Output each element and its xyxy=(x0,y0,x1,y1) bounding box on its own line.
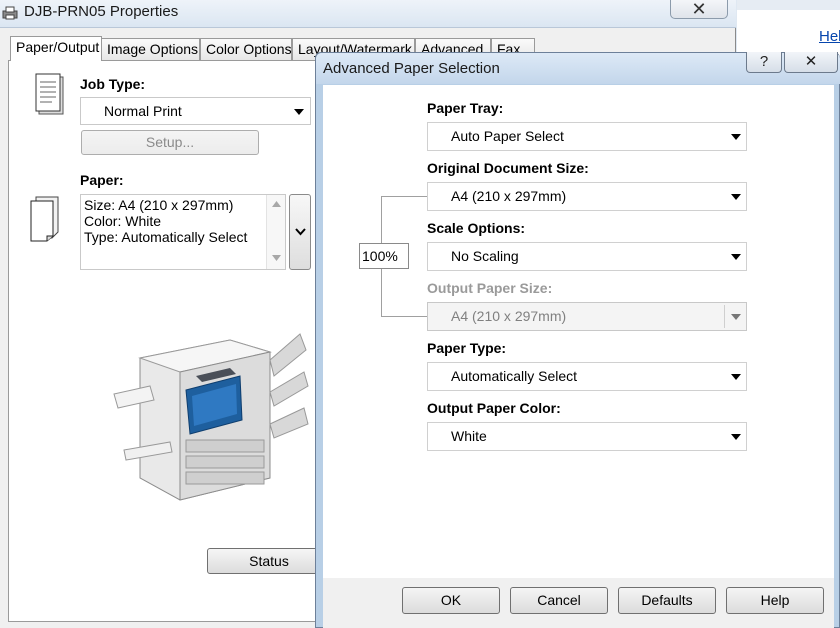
scale-percent-field: 100% xyxy=(359,243,409,269)
close-icon: ✕ xyxy=(691,0,707,19)
scale-options-label: Scale Options: xyxy=(427,220,526,236)
chevron-down-icon xyxy=(731,194,741,200)
paper-stack-icon xyxy=(30,196,59,242)
paper-tray-select[interactable]: Auto Paper Select xyxy=(427,122,747,151)
tab-color-options[interactable]: Color Options xyxy=(200,38,292,60)
scale-bracket-top xyxy=(381,196,427,197)
chevron-down-icon xyxy=(731,434,741,440)
original-size-label: Original Document Size: xyxy=(427,160,589,176)
scroll-up-icon[interactable] xyxy=(272,201,281,207)
paper-size-line: Size: A4 (210 x 297mm) xyxy=(84,197,234,213)
properties-window-title: DJB-PRN05 Properties xyxy=(24,3,179,20)
chevron-down-icon xyxy=(731,374,741,380)
cancel-button[interactable]: Cancel xyxy=(510,587,608,614)
defaults-button[interactable]: Defaults xyxy=(618,587,716,614)
advanced-dialog-title: Advanced Paper Selection xyxy=(323,60,500,77)
job-type-label: Job Type: xyxy=(80,76,146,92)
scale-bracket-bottom xyxy=(381,316,427,317)
help-button[interactable]: Help xyxy=(726,587,824,614)
tab-paper-output[interactable]: Paper/Output xyxy=(10,36,102,61)
chevron-down-icon xyxy=(294,109,304,115)
dialog-help-button[interactable]: ? xyxy=(746,52,782,73)
paper-type-line: Type: Automatically Select xyxy=(84,229,248,245)
output-paper-color-label: Output Paper Color: xyxy=(427,400,561,416)
scroll-down-icon[interactable] xyxy=(272,255,281,261)
output-paper-size-label: Output Paper Size: xyxy=(427,280,553,296)
setup-button[interactable]: Setup... xyxy=(81,130,259,155)
paper-expand-button[interactable] xyxy=(289,194,311,270)
paper-summary-scrollbar[interactable] xyxy=(266,195,285,269)
background-page-toolbar xyxy=(737,0,840,10)
chevron-down-icon xyxy=(295,228,306,236)
paper-summary: Size: A4 (210 x 297mm) Color: White Type… xyxy=(80,194,286,270)
properties-close-button[interactable]: ✕ xyxy=(670,0,728,19)
paper-type-select[interactable]: Automatically Select xyxy=(427,362,747,391)
paper-color-line: Color: White xyxy=(84,213,162,229)
background-help-link[interactable]: Help xyxy=(819,28,840,45)
printer-icon xyxy=(2,6,18,20)
help-icon: ? xyxy=(759,53,769,70)
paper-label: Paper: xyxy=(80,172,124,188)
status-button[interactable]: Status xyxy=(207,548,331,574)
job-type-select[interactable]: Normal Print xyxy=(80,97,311,125)
chevron-down-icon xyxy=(731,314,741,320)
printer-illustration xyxy=(113,333,309,501)
document-icon xyxy=(35,73,64,115)
ok-button[interactable]: OK xyxy=(402,587,500,614)
close-icon: ✕ xyxy=(804,53,818,70)
original-size-select[interactable]: A4 (210 x 297mm) xyxy=(427,182,747,211)
paper-type-label: Paper Type: xyxy=(427,340,507,356)
advanced-dialog-content xyxy=(323,85,834,578)
output-paper-size-select: A4 (210 x 297mm) xyxy=(427,302,747,331)
chevron-down-icon xyxy=(731,134,741,140)
dialog-close-button[interactable]: ✕ xyxy=(784,52,838,73)
scale-options-select[interactable]: No Scaling xyxy=(427,242,747,271)
tab-image-options[interactable]: Image Options xyxy=(101,38,200,60)
chevron-down-icon xyxy=(731,254,741,260)
paper-tray-label: Paper Tray: xyxy=(427,100,504,116)
output-paper-color-select[interactable]: White xyxy=(427,422,747,451)
